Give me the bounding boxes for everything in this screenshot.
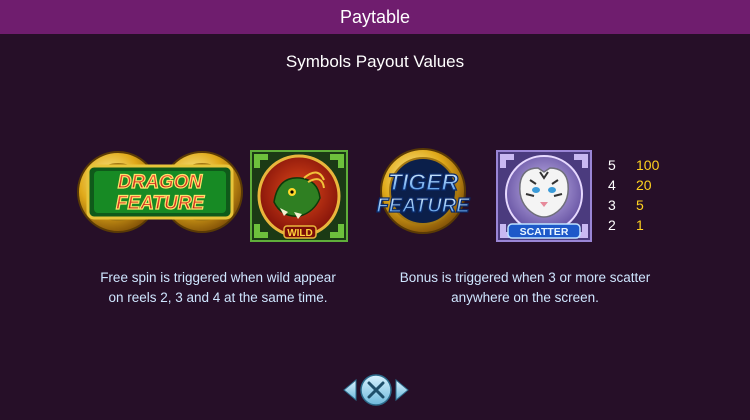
wild-description-line2: on reels 2, 3 and 4 at the same time. [108, 290, 328, 305]
scatter-description: Bonus is triggered when 3 or more scatte… [370, 268, 680, 308]
scatter-label: SCATTER [520, 226, 569, 238]
dragon-feature-line2: FEATURE [116, 193, 206, 214]
wild-description: Free spin is triggered when wild appear … [68, 268, 368, 308]
payout-row: 3 5 [608, 195, 659, 215]
payout-row: 4 20 [608, 175, 659, 195]
wild-label: WILD [287, 228, 313, 239]
payout-count: 5 [608, 157, 616, 173]
payout-row: 2 1 [608, 215, 659, 235]
scatter-payout-table: 5 100 4 20 3 5 2 1 [608, 155, 659, 235]
wild-description-line1: Free spin is triggered when wild appear [100, 270, 336, 285]
dragon-feature-symbol: DRAGON FEATURE [77, 151, 243, 233]
payout-value: 1 [636, 217, 644, 233]
tiger-feature-line2: FEATURE [377, 195, 471, 217]
payout-count: 4 [608, 177, 616, 193]
payout-value: 100 [636, 157, 660, 173]
payout-count: 2 [608, 217, 616, 233]
payout-value: 20 [636, 177, 652, 193]
tiger-feature-line1: TIGER [388, 169, 459, 195]
wild-symbol: WILD [250, 150, 348, 242]
tiger-feature-symbol: TIGER FEATURE [376, 148, 471, 234]
scatter-description-line2: anywhere on the screen. [451, 290, 599, 305]
close-button[interactable] [340, 372, 412, 408]
payout-value: 5 [636, 197, 644, 213]
close-icon [343, 374, 409, 406]
scatter-description-line1: Bonus is triggered when 3 or more scatte… [399, 270, 651, 285]
payout-count: 3 [608, 197, 616, 213]
section-title: Symbols Payout Values [285, 52, 465, 71]
header-bar: Paytable [0, 0, 750, 34]
payout-row: 5 100 [608, 155, 659, 175]
dragon-feature-line1: DRAGON [118, 172, 204, 193]
header-title: Paytable [339, 6, 411, 27]
scatter-symbol: SCATTER [496, 150, 592, 242]
